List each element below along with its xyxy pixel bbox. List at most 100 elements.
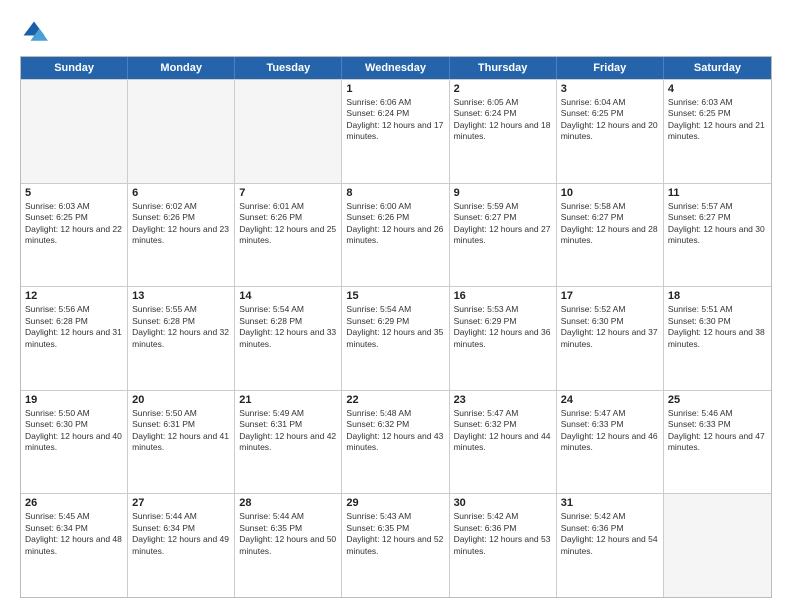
cell-info: Sunrise: 5:45 AMSunset: 6:34 PMDaylight:… [25,511,123,557]
day-number: 6 [132,187,230,199]
cell-info: Sunrise: 6:02 AMSunset: 6:26 PMDaylight:… [132,201,230,247]
cell-info: Sunrise: 5:50 AMSunset: 6:31 PMDaylight:… [132,408,230,454]
day-number: 2 [454,83,552,95]
header-day-friday: Friday [557,57,664,79]
day-number: 27 [132,497,230,509]
calendar-row-0: 1 Sunrise: 6:06 AMSunset: 6:24 PMDaylight… [21,79,771,183]
day-number: 8 [346,187,444,199]
day-number: 5 [25,187,123,199]
day-number: 10 [561,187,659,199]
calendar-cell: 23 Sunrise: 5:47 AMSunset: 6:32 PMDayligh… [450,391,557,494]
logo [20,18,52,46]
calendar-cell: 16 Sunrise: 5:53 AMSunset: 6:29 PMDayligh… [450,287,557,390]
day-number: 15 [346,290,444,302]
header-day-wednesday: Wednesday [342,57,449,79]
day-number: 31 [561,497,659,509]
calendar-cell [128,80,235,183]
day-number: 1 [346,83,444,95]
calendar-cell: 27 Sunrise: 5:44 AMSunset: 6:34 PMDayligh… [128,494,235,597]
day-number: 11 [668,187,767,199]
day-number: 14 [239,290,337,302]
cell-info: Sunrise: 5:59 AMSunset: 6:27 PMDaylight:… [454,201,552,247]
day-number: 28 [239,497,337,509]
calendar-cell: 26 Sunrise: 5:45 AMSunset: 6:34 PMDayligh… [21,494,128,597]
header-day-sunday: Sunday [21,57,128,79]
calendar-cell [664,494,771,597]
header [20,18,772,46]
cell-info: Sunrise: 5:52 AMSunset: 6:30 PMDaylight:… [561,304,659,350]
calendar-cell: 7 Sunrise: 6:01 AMSunset: 6:26 PMDaylight… [235,184,342,287]
day-number: 23 [454,394,552,406]
cell-info: Sunrise: 5:54 AMSunset: 6:29 PMDaylight:… [346,304,444,350]
cell-info: Sunrise: 6:05 AMSunset: 6:24 PMDaylight:… [454,97,552,143]
calendar-cell: 9Sunrise: 5:59 AMSunset: 6:27 PMDaylight… [450,184,557,287]
cell-info: Sunrise: 5:56 AMSunset: 6:28 PMDaylight:… [25,304,123,350]
calendar-row-3: 19 Sunrise: 5:50 AMSunset: 6:30 PMDayligh… [21,390,771,494]
cell-info: Sunrise: 5:54 AMSunset: 6:28 PMDaylight:… [239,304,337,350]
cell-info: Sunrise: 5:42 AMSunset: 6:36 PMDaylight:… [561,511,659,557]
calendar-cell: 22Sunrise: 5:48 AMSunset: 6:32 PMDayligh… [342,391,449,494]
cell-info: Sunrise: 5:53 AMSunset: 6:29 PMDaylight:… [454,304,552,350]
cell-info: Sunrise: 5:49 AMSunset: 6:31 PMDaylight:… [239,408,337,454]
day-number: 26 [25,497,123,509]
cell-info: Sunrise: 6:03 AMSunset: 6:25 PMDaylight:… [668,97,767,143]
day-number: 21 [239,394,337,406]
cell-info: Sunrise: 5:51 AMSunset: 6:30 PMDaylight:… [668,304,767,350]
day-number: 13 [132,290,230,302]
day-number: 29 [346,497,444,509]
day-number: 12 [25,290,123,302]
cell-info: Sunrise: 5:50 AMSunset: 6:30 PMDaylight:… [25,408,123,454]
cell-info: Sunrise: 6:06 AMSunset: 6:24 PMDaylight:… [346,97,444,143]
day-number: 20 [132,394,230,406]
calendar-cell [235,80,342,183]
calendar-cell: 20 Sunrise: 5:50 AMSunset: 6:31 PMDayligh… [128,391,235,494]
calendar-header: SundayMondayTuesdayWednesdayThursdayFrid… [21,57,771,79]
cell-info: Sunrise: 5:44 AMSunset: 6:34 PMDaylight:… [132,511,230,557]
calendar-cell: 30 Sunrise: 5:42 AMSunset: 6:36 PMDayligh… [450,494,557,597]
day-number: 22 [346,394,444,406]
header-day-saturday: Saturday [664,57,771,79]
cell-info: Sunrise: 5:43 AMSunset: 6:35 PMDaylight:… [346,511,444,557]
calendar-cell: 2 Sunrise: 6:05 AMSunset: 6:24 PMDaylight… [450,80,557,183]
day-number: 24 [561,394,659,406]
calendar-cell: 3 Sunrise: 6:04 AMSunset: 6:25 PMDaylight… [557,80,664,183]
calendar-cell: 28Sunrise: 5:44 AMSunset: 6:35 PMDayligh… [235,494,342,597]
cell-info: Sunrise: 6:04 AMSunset: 6:25 PMDaylight:… [561,97,659,143]
header-day-thursday: Thursday [450,57,557,79]
day-number: 18 [668,290,767,302]
cell-info: Sunrise: 5:42 AMSunset: 6:36 PMDaylight:… [454,511,552,557]
calendar-body: 1 Sunrise: 6:06 AMSunset: 6:24 PMDaylight… [21,79,771,597]
calendar-cell: 18 Sunrise: 5:51 AMSunset: 6:30 PMDayligh… [664,287,771,390]
cell-info: Sunrise: 6:03 AMSunset: 6:25 PMDaylight:… [25,201,123,247]
day-number: 3 [561,83,659,95]
cell-info: Sunrise: 6:00 AMSunset: 6:26 PMDaylight:… [346,201,444,247]
calendar-row-1: 5 Sunrise: 6:03 AMSunset: 6:25 PMDaylight… [21,183,771,287]
header-day-monday: Monday [128,57,235,79]
calendar-row-2: 12 Sunrise: 5:56 AMSunset: 6:28 PMDayligh… [21,286,771,390]
cell-info: Sunrise: 6:01 AMSunset: 6:26 PMDaylight:… [239,201,337,247]
day-number: 30 [454,497,552,509]
header-day-tuesday: Tuesday [235,57,342,79]
calendar-cell: 5 Sunrise: 6:03 AMSunset: 6:25 PMDaylight… [21,184,128,287]
calendar-cell: 17 Sunrise: 5:52 AMSunset: 6:30 PMDayligh… [557,287,664,390]
calendar-cell: 15 Sunrise: 5:54 AMSunset: 6:29 PMDayligh… [342,287,449,390]
logo-icon [20,18,48,46]
cell-info: Sunrise: 5:47 AMSunset: 6:32 PMDaylight:… [454,408,552,454]
calendar-cell: 8 Sunrise: 6:00 AMSunset: 6:26 PMDaylight… [342,184,449,287]
day-number: 16 [454,290,552,302]
day-number: 7 [239,187,337,199]
day-number: 25 [668,394,767,406]
day-number: 4 [668,83,767,95]
day-number: 17 [561,290,659,302]
calendar-cell: 31 Sunrise: 5:42 AMSunset: 6:36 PMDayligh… [557,494,664,597]
calendar: SundayMondayTuesdayWednesdayThursdayFrid… [20,56,772,598]
calendar-cell: 1 Sunrise: 6:06 AMSunset: 6:24 PMDaylight… [342,80,449,183]
day-number: 19 [25,394,123,406]
calendar-cell: 11Sunrise: 5:57 AMSunset: 6:27 PMDayligh… [664,184,771,287]
calendar-cell: 14 Sunrise: 5:54 AMSunset: 6:28 PMDayligh… [235,287,342,390]
cell-info: Sunrise: 5:55 AMSunset: 6:28 PMDaylight:… [132,304,230,350]
page: SundayMondayTuesdayWednesdayThursdayFrid… [0,0,792,612]
calendar-cell: 24Sunrise: 5:47 AMSunset: 6:33 PMDayligh… [557,391,664,494]
calendar-cell: 25Sunrise: 5:46 AMSunset: 6:33 PMDayligh… [664,391,771,494]
calendar-cell [21,80,128,183]
